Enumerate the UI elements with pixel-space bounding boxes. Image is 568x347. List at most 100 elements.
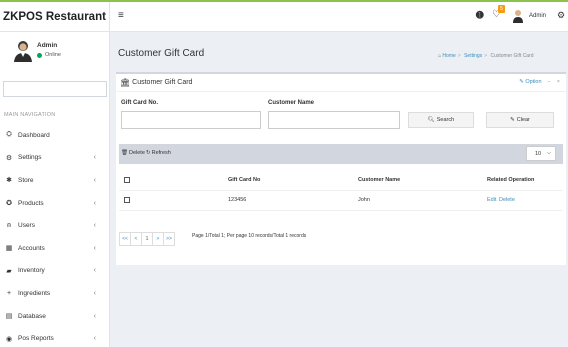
bank-icon: 🏛︎ (120, 78, 131, 87)
chevron-left-icon: ‹ (93, 335, 96, 343)
user-status: Online (37, 52, 61, 58)
column-header-gift-card-no[interactable]: Gift Card No (228, 177, 260, 183)
sidebar-nav: ⛭ Dashboard ⚙ Settings ‹ ✱ Store ‹ ✪ Products ‹ ⍝ Us… (0, 124, 110, 347)
products-icon: ✪ (6, 200, 12, 208)
table-toolbar: 🗑︎ Delete ↻ Refresh 10 ⌵ (119, 144, 563, 164)
reports-icon: ◉ (5, 335, 13, 343)
menu-toggle-icon[interactable]: ≡ (118, 10, 124, 21)
sidebar-item-store[interactable]: ✱ Store ‹ (0, 169, 110, 192)
delete-button[interactable]: 🗑︎ Delete (121, 150, 145, 156)
plus-icon: + (6, 289, 12, 297)
sidebar-item-products[interactable]: ✪ Products ‹ (0, 192, 110, 215)
gift-card-input[interactable] (121, 111, 261, 129)
sidebar-search-input[interactable] (3, 81, 107, 97)
customer-name-label: Customer Name (268, 100, 315, 106)
sidebar-item-label: Settings (18, 154, 42, 162)
refresh-button[interactable]: ↻ Refresh (146, 150, 171, 156)
row-checkbox[interactable] (124, 197, 130, 203)
sidebar-item-label: Inventory (18, 267, 45, 275)
breadcrumb-settings[interactable]: Settings (464, 53, 482, 59)
gift-card-table: Gift Card No Customer Name Related Opera… (119, 171, 563, 211)
option-label: Option (525, 79, 542, 85)
sidebar-item-dashboard[interactable]: ⛭ Dashboard (0, 124, 110, 147)
settings-gear-icon[interactable]: ⚙ (557, 10, 565, 21)
sidebar-item-label: Database (18, 312, 46, 320)
sidebar-item-label: Accounts (18, 244, 45, 252)
header-admin-label[interactable]: Admin (529, 13, 546, 19)
sidebar: ZKPOS Restaurant Admin Online MAIN NAVIG… (0, 2, 110, 347)
sidebar-item-accounts[interactable]: ▦ Accounts ‹ (0, 237, 110, 260)
sidebar-item-inventory[interactable]: ▰ Inventory ‹ (0, 260, 110, 283)
last-page-button[interactable]: >> (163, 232, 175, 246)
header-avatar[interactable] (513, 9, 523, 23)
sidebar-item-settings[interactable]: ⚙ Settings ‹ (0, 147, 110, 170)
search-button-label: Search (436, 117, 455, 123)
column-header-customer-name[interactable]: Customer Name (358, 177, 400, 183)
brand-logo[interactable]: ZKPOS Restaurant (0, 2, 109, 32)
table-header-row: Gift Card No Customer Name Related Opera… (119, 171, 563, 191)
refresh-button-label: Refresh (151, 150, 171, 156)
gift-card-label: Gift Card No. (121, 100, 158, 106)
sidebar-item-users[interactable]: ⍝ Users ‹ (0, 214, 110, 237)
gift-card-box: 🏛︎ Customer Gift Card ✎ Option − × Gift … (116, 72, 566, 265)
breadcrumb-home[interactable]: Home (442, 53, 455, 59)
delete-link[interactable]: Delete (499, 197, 515, 203)
notification-badge: 5 (498, 5, 505, 13)
customer-name-input[interactable] (268, 111, 400, 129)
sidebar-item-label: Store (18, 176, 34, 184)
sidebar-item-label: Users (18, 222, 35, 230)
page-title: Customer Gift Card (118, 48, 205, 59)
clear-button[interactable]: ✎ Clear (486, 112, 554, 128)
page-size-value: 10 (535, 150, 542, 157)
sidebar-item-label: Products (18, 199, 44, 207)
store-icon: ✱ (6, 177, 12, 185)
user-status-label: Online (45, 52, 61, 58)
refresh-icon: ↻ (146, 150, 151, 156)
cell-customer-name: John (358, 197, 370, 203)
eraser-icon: ✎ (510, 117, 515, 123)
user-avatar (14, 41, 32, 62)
option-button[interactable]: ✎ Option (519, 79, 541, 85)
box-title: 🏛︎ Customer Gift Card (120, 78, 192, 87)
pagination-info: Page 1/Total 1; Per page 10 records/Tota… (192, 233, 307, 239)
top-header: ≡ ➊ ♡ 5 Admin ⚙ (110, 2, 568, 32)
edit-link[interactable]: Edit (487, 197, 496, 203)
user-panel: Admin Online (0, 32, 109, 70)
gear-icon: ⚙ (5, 154, 13, 162)
user-name: Admin (37, 42, 58, 49)
box-tools: ✎ Option − × (519, 79, 560, 85)
pagination: << < 1 > >> (119, 232, 175, 246)
chevron-left-icon: ‹ (93, 176, 96, 184)
info-icon[interactable]: ➊ (476, 10, 484, 21)
box-header: 🏛︎ Customer Gift Card ✎ Option − × (116, 74, 566, 92)
column-header-related-operation: Related Operation (487, 177, 535, 183)
sidebar-item-label: Pos Reports (18, 335, 54, 343)
database-icon: ▤ (5, 313, 13, 321)
inventory-icon: ▰ (6, 267, 12, 275)
chevron-left-icon: ‹ (93, 222, 96, 230)
sidebar-item-pos-reports[interactable]: ◉ Pos Reports ‹ (0, 327, 110, 347)
cell-gift-card-no: 123456 (228, 197, 247, 203)
table-row: 123456 John Edit Delete (119, 191, 563, 211)
chevron-left-icon: ‹ (93, 199, 96, 207)
chevron-left-icon: ‹ (93, 267, 96, 275)
close-icon[interactable]: × (557, 79, 560, 85)
trash-icon: 🗑︎ (121, 150, 128, 156)
chevron-down-icon: ⌵ (546, 150, 551, 156)
sidebar-item-label: Ingredients (18, 289, 51, 297)
box-title-label: Customer Gift Card (132, 79, 193, 86)
select-all-checkbox[interactable] (124, 177, 130, 183)
page-size-select[interactable]: 10 ⌵ (526, 146, 556, 161)
dashboard-icon: ⛭ (6, 131, 12, 139)
breadcrumb: ⌂ Home > Settings > Customer Gift Card (438, 53, 534, 59)
sidebar-item-ingredients[interactable]: + Ingredients ‹ (0, 282, 110, 305)
chevron-left-icon: ‹ (93, 244, 96, 252)
delete-button-label: Delete (128, 150, 145, 156)
chevron-left-icon: ‹ (93, 312, 96, 320)
sidebar-item-database[interactable]: ▤ Database ‹ (0, 305, 110, 328)
search-icon: 🔍︎ (427, 117, 435, 123)
online-status-icon (37, 52, 42, 58)
collapse-icon[interactable]: − (548, 79, 551, 85)
search-button[interactable]: 🔍︎ Search (408, 112, 474, 128)
chevron-left-icon: ‹ (93, 154, 96, 162)
